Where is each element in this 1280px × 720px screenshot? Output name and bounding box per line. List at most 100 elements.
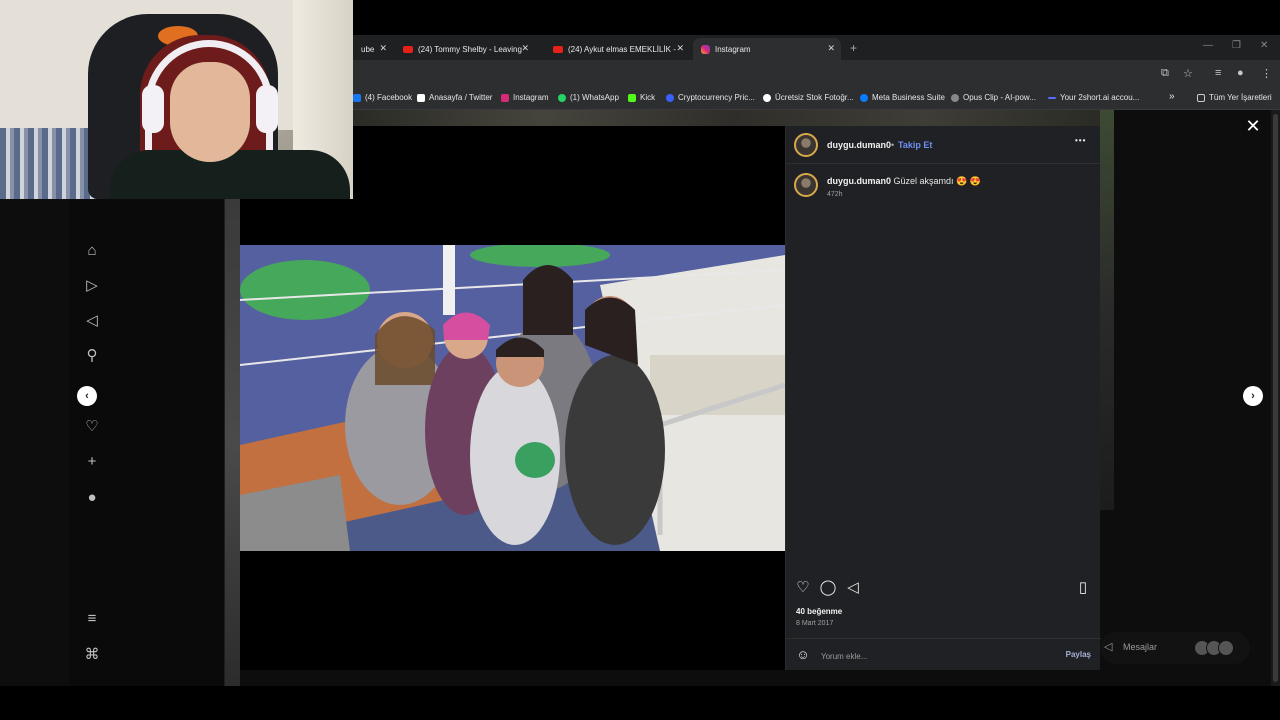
follow-button[interactable]: Takip Et bbox=[898, 140, 932, 150]
maximize-icon[interactable]: ❐ bbox=[1232, 40, 1241, 51]
scrollbar-thumb[interactable] bbox=[1273, 114, 1278, 682]
bookmark-twitter[interactable]: Anasayfa / Twitter bbox=[417, 93, 492, 102]
extensions-icon[interactable]: ≡ bbox=[1215, 67, 1221, 79]
caption-text: Güzel akşamdı 😍 😍 bbox=[893, 176, 981, 186]
author-username[interactable]: duygu.duman0 bbox=[827, 140, 891, 150]
more-bookmarks-button[interactable]: » bbox=[1169, 91, 1175, 102]
like-heart-icon[interactable]: ♡ bbox=[794, 579, 812, 597]
browser-tab-youtube-1[interactable]: ube ✕ bbox=[353, 38, 393, 60]
close-tab-icon[interactable]: ✕ bbox=[827, 43, 835, 54]
bookmark-label: Meta Business Suite bbox=[872, 93, 945, 102]
bookmark-crypto[interactable]: Cryptocurrency Pric... bbox=[666, 93, 755, 102]
caption-username[interactable]: duygu.duman0 bbox=[827, 176, 891, 186]
new-tab-button[interactable]: + bbox=[850, 41, 857, 55]
emoji-icon[interactable]: ☺ bbox=[794, 646, 812, 664]
browser-tab-instagram[interactable]: Instagram ✕ bbox=[693, 38, 841, 60]
browser-tab-youtube-2[interactable]: (24) Tommy Shelby - Leaving To ✕ bbox=[395, 38, 535, 60]
bookmark-label: Kick bbox=[640, 93, 656, 102]
close-tab-icon[interactable]: ✕ bbox=[379, 43, 387, 54]
youtube-icon bbox=[553, 45, 563, 53]
messages-send-icon: ◁ bbox=[1104, 641, 1113, 653]
folder-icon bbox=[1197, 93, 1205, 102]
post-header: duygu.duman0 • Takip Et ••• bbox=[786, 126, 1101, 164]
profile-avatar-icon[interactable]: ● bbox=[82, 488, 102, 508]
bookmark-2short[interactable]: Your 2short.ai accou... bbox=[1048, 93, 1139, 102]
tab-label: Instagram bbox=[715, 44, 751, 54]
bookmark-label: Tüm Yer İşaretleri bbox=[1209, 93, 1272, 102]
post-date: 8 Mart 2017 bbox=[796, 620, 834, 627]
more-options-icon[interactable]: ••• bbox=[1075, 136, 1086, 145]
meta-icon bbox=[860, 93, 868, 102]
comment-input[interactable] bbox=[821, 649, 1041, 663]
previous-post-button[interactable]: ‹ bbox=[77, 386, 97, 406]
bottom-letterbox bbox=[0, 686, 1280, 720]
bookmark-kick[interactable]: Kick bbox=[628, 93, 655, 102]
bookmark-stock-photos[interactable]: Ücretsiz Stok Fotoğr... bbox=[763, 93, 854, 102]
close-modal-icon[interactable]: ✕ bbox=[1244, 117, 1262, 135]
headset-earcup-right bbox=[256, 85, 278, 133]
feed-background-right bbox=[1100, 110, 1114, 510]
create-plus-icon[interactable]: + bbox=[82, 452, 102, 472]
webcam-overlay bbox=[0, 0, 353, 199]
post-photo bbox=[240, 245, 785, 551]
caption-avatar[interactable] bbox=[794, 173, 818, 197]
opus-clip-icon bbox=[951, 93, 959, 102]
menu-icon[interactable]: ⋮ bbox=[1261, 67, 1272, 80]
caption-timestamp: 472h bbox=[827, 191, 843, 198]
post-comment-button[interactable]: Paylaş bbox=[1066, 650, 1091, 659]
explore-icon[interactable]: ◁ bbox=[82, 311, 102, 331]
bookmark-instagram[interactable]: Instagram bbox=[501, 93, 549, 102]
facebook-icon bbox=[353, 93, 361, 102]
post-details-panel: duygu.duman0 • Takip Et ••• duygu.duman0… bbox=[785, 126, 1101, 670]
feed-background-strip bbox=[353, 110, 1113, 126]
close-tab-icon[interactable]: ✕ bbox=[521, 43, 529, 54]
close-tab-icon[interactable]: ✕ bbox=[676, 43, 684, 54]
search-icon[interactable]: ⚲ bbox=[82, 346, 102, 366]
reels-icon[interactable]: ▷ bbox=[82, 276, 102, 296]
cast-icon[interactable]: ⧉ bbox=[1161, 67, 1169, 80]
instagram-icon bbox=[501, 93, 509, 102]
browser-tab-youtube-3[interactable]: (24) Aykut elmas EMEKLİLİK - Yo ✕ bbox=[545, 38, 690, 60]
bookmarks-bar: (4) Facebook Anasayfa / Twitter Instagra… bbox=[353, 88, 1280, 110]
post-photo-illustration bbox=[240, 245, 785, 551]
bookmark-star-icon[interactable]: ☆ bbox=[1183, 67, 1193, 80]
bookmark-whatsapp[interactable]: (1) WhatsApp bbox=[558, 93, 619, 102]
bookmark-meta-business[interactable]: Meta Business Suite bbox=[860, 93, 945, 102]
likes-count[interactable]: 40 beğenme bbox=[796, 607, 842, 616]
headset-earcup-left bbox=[142, 85, 164, 133]
minimize-icon[interactable]: — bbox=[1203, 40, 1213, 51]
all-bookmarks-folder[interactable]: Tüm Yer İşaretleri bbox=[1197, 93, 1272, 102]
separator-dot: • bbox=[891, 140, 895, 150]
feed-background-left bbox=[225, 199, 240, 686]
share-send-icon[interactable]: ◁ bbox=[844, 579, 862, 597]
bookmark-label: Opus Clip - AI-pow... bbox=[963, 93, 1036, 102]
bookmark-label: Anasayfa / Twitter bbox=[429, 93, 493, 102]
coinmarketcap-icon bbox=[666, 93, 674, 102]
bookmark-opus-clip[interactable]: Opus Clip - AI-pow... bbox=[951, 93, 1036, 102]
next-post-button[interactable]: › bbox=[1243, 386, 1263, 406]
screen: ube ✕ (24) Tommy Shelby - Leaving To ✕ (… bbox=[0, 0, 1280, 720]
bookmark-facebook[interactable]: (4) Facebook bbox=[353, 93, 412, 102]
notifications-heart-icon[interactable]: ♡ bbox=[82, 417, 102, 437]
save-bookmark-icon[interactable]: ▯ bbox=[1074, 579, 1092, 597]
whatsapp-icon bbox=[558, 93, 566, 102]
window-close-icon[interactable]: ✕ bbox=[1260, 40, 1268, 51]
messages-button[interactable]: ◁ Mesajlar bbox=[1100, 632, 1250, 664]
messages-label: Mesajlar bbox=[1123, 642, 1158, 652]
message-avatar bbox=[1218, 640, 1234, 656]
profile-icon[interactable]: ● bbox=[1237, 67, 1244, 79]
tab-label: (24) Aykut elmas EMEKLİLİK - Yo bbox=[568, 44, 676, 54]
browser-tab-bar: ube ✕ (24) Tommy Shelby - Leaving To ✕ (… bbox=[353, 35, 1280, 60]
bookmark-label: Ücretsiz Stok Fotoğr... bbox=[775, 93, 854, 102]
threads-apps-icon[interactable]: ⌘ bbox=[82, 645, 102, 665]
bookmark-label: Cryptocurrency Pric... bbox=[678, 93, 755, 102]
post-caption: duygu.duman0 Güzel akşamdı 😍 😍 bbox=[827, 176, 981, 187]
menu-hamburger-icon[interactable]: ≡ bbox=[82, 609, 102, 629]
page-scrollbar[interactable] bbox=[1271, 110, 1280, 686]
comment-icon[interactable]: ◯ bbox=[819, 579, 837, 597]
instagram-icon bbox=[701, 44, 710, 54]
camera-icon bbox=[763, 93, 771, 102]
messages-avatars bbox=[1194, 640, 1238, 656]
author-avatar[interactable] bbox=[794, 133, 818, 157]
home-icon[interactable]: ⌂ bbox=[82, 241, 102, 261]
